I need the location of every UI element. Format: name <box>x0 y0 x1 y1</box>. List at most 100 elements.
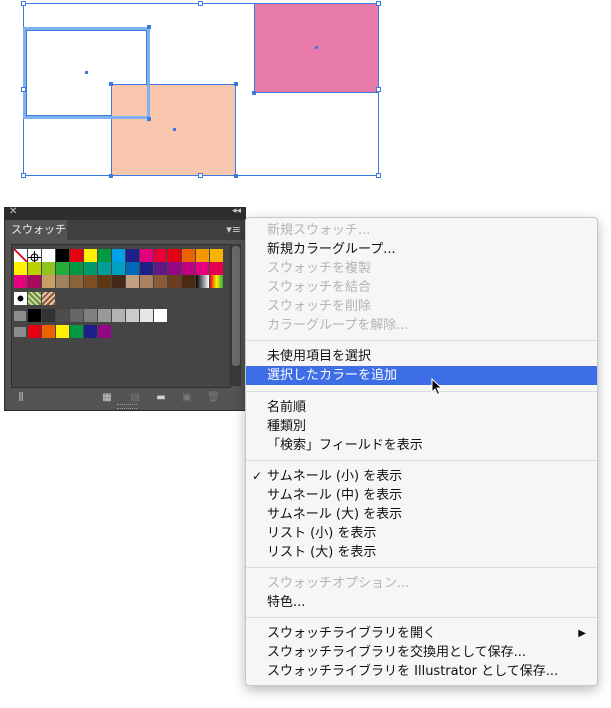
color-swatch[interactable] <box>98 325 111 338</box>
color-swatch[interactable] <box>28 309 41 322</box>
color-swatch[interactable] <box>84 262 97 275</box>
color-swatch[interactable] <box>42 309 55 322</box>
anchor-point[interactable] <box>147 117 151 121</box>
color-swatch[interactable] <box>98 275 111 288</box>
color-group-folder-icon[interactable] <box>14 327 26 337</box>
color-swatch[interactable] <box>42 249 55 262</box>
handle-mid-left[interactable] <box>21 87 26 92</box>
color-swatch[interactable] <box>196 249 209 262</box>
color-swatch[interactable] <box>42 262 55 275</box>
anchor-point[interactable] <box>147 25 151 29</box>
color-swatch[interactable] <box>126 262 139 275</box>
menu-item[interactable]: カラーグループを解除... <box>246 316 597 335</box>
anchor-point[interactable] <box>252 91 256 95</box>
color-swatch[interactable] <box>140 262 153 275</box>
menu-item[interactable]: ✓ サムネール (小) を表示 <box>246 467 597 486</box>
color-swatch[interactable] <box>140 309 153 322</box>
handle-bottom-mid[interactable] <box>198 173 203 178</box>
handle-bottom-left[interactable] <box>21 173 26 178</box>
color-swatch[interactable] <box>56 275 69 288</box>
color-swatch[interactable] <box>70 325 83 338</box>
handle-top-right[interactable] <box>376 1 381 6</box>
color-swatch[interactable] <box>210 262 223 275</box>
color-swatch[interactable] <box>154 275 167 288</box>
anchor-point[interactable] <box>234 82 238 86</box>
new-swatch-icon[interactable]: ▣ <box>181 393 193 403</box>
swatch-none[interactable] <box>14 249 27 262</box>
menu-item[interactable]: スウォッチライブラリを開く ▶ <box>246 624 597 643</box>
close-icon[interactable]: ✕ <box>9 206 17 217</box>
swatch-gradient[interactable] <box>210 275 223 288</box>
collapse-icon[interactable]: ◂◂ <box>232 206 241 216</box>
swatch-library-menu-icon[interactable]: ⫼ <box>15 393 27 403</box>
tab-swatches[interactable]: スウォッチ <box>5 220 67 240</box>
color-swatch[interactable] <box>168 249 181 262</box>
color-swatch[interactable] <box>84 275 97 288</box>
color-swatch[interactable] <box>126 275 139 288</box>
color-swatch[interactable] <box>98 309 111 322</box>
color-swatch[interactable] <box>112 262 125 275</box>
color-swatch[interactable] <box>84 325 97 338</box>
color-swatch[interactable] <box>112 309 125 322</box>
menu-item[interactable]: スウォッチライブラリを交換用として保存... <box>246 643 597 662</box>
resize-grip[interactable] <box>117 404 137 409</box>
color-swatch[interactable] <box>70 249 83 262</box>
color-swatch[interactable] <box>56 309 69 322</box>
color-swatch[interactable] <box>196 262 209 275</box>
color-swatch[interactable] <box>84 249 97 262</box>
menu-item[interactable]: サムネール (中) を表示 <box>246 486 597 505</box>
color-swatch[interactable] <box>168 275 181 288</box>
color-swatch[interactable] <box>210 249 223 262</box>
handle-top-left[interactable] <box>21 1 26 6</box>
color-swatch[interactable] <box>14 262 27 275</box>
color-swatch[interactable] <box>112 249 125 262</box>
swatch-pattern[interactable] <box>14 292 27 305</box>
color-swatch[interactable] <box>70 262 83 275</box>
color-swatch[interactable] <box>126 309 139 322</box>
scrollbar[interactable] <box>231 244 241 386</box>
panel-menu-icon[interactable]: ▾≡ <box>226 223 241 236</box>
color-swatch[interactable] <box>70 309 83 322</box>
color-swatch[interactable] <box>182 249 195 262</box>
show-swatch-kinds-icon[interactable]: ▦ <box>101 393 113 403</box>
swatch-pattern[interactable] <box>42 292 55 305</box>
color-swatch[interactable] <box>126 249 139 262</box>
menu-item[interactable]: スウォッチを削除 <box>246 297 597 316</box>
handle-mid-right[interactable] <box>376 87 381 92</box>
menu-item[interactable]: スウォッチを複製 <box>246 259 597 278</box>
anchor-point[interactable] <box>109 82 113 86</box>
handle-bottom-right[interactable] <box>376 173 381 178</box>
menu-item[interactable]: 名前順 <box>246 398 597 417</box>
swatch-registration[interactable] <box>28 249 41 264</box>
new-color-group-icon[interactable]: ▬ <box>155 393 167 403</box>
anchor-point[interactable] <box>109 174 113 178</box>
color-swatch[interactable] <box>84 309 97 322</box>
anchor-point[interactable] <box>234 174 238 178</box>
panel-title-bar[interactable]: ✕ ◂◂ <box>5 206 245 220</box>
color-swatch[interactable] <box>182 262 195 275</box>
artboard[interactable] <box>0 0 611 200</box>
color-group-folder-icon[interactable] <box>14 311 26 321</box>
handle-top-mid[interactable] <box>198 1 203 6</box>
color-swatch[interactable] <box>140 275 153 288</box>
color-swatch[interactable] <box>182 275 195 288</box>
color-swatch[interactable] <box>98 249 111 262</box>
menu-item[interactable]: 新規スウォッチ... <box>246 221 597 240</box>
swatch-options-icon[interactable]: ▤ <box>129 393 141 403</box>
menu-item[interactable]: 未使用項目を選択 <box>246 347 597 366</box>
color-swatch[interactable] <box>42 325 55 338</box>
color-swatch[interactable] <box>168 262 181 275</box>
swatch-gradient[interactable] <box>196 275 209 288</box>
menu-item[interactable]: スウォッチライブラリを Illustrator として保存... <box>246 662 597 681</box>
menu-item[interactable]: 特色... <box>246 593 597 612</box>
menu-item[interactable]: リスト (小) を表示 <box>246 524 597 543</box>
color-swatch[interactable] <box>154 249 167 262</box>
color-swatch[interactable] <box>28 325 41 338</box>
color-swatch[interactable] <box>70 275 83 288</box>
menu-item[interactable]: 新規カラーグループ... <box>246 240 597 259</box>
color-swatch[interactable] <box>154 262 167 275</box>
swatch-pattern[interactable] <box>28 292 41 305</box>
delete-swatch-icon[interactable]: 🗑 <box>207 393 220 403</box>
color-swatch[interactable] <box>140 249 153 262</box>
color-swatch[interactable] <box>28 275 41 288</box>
